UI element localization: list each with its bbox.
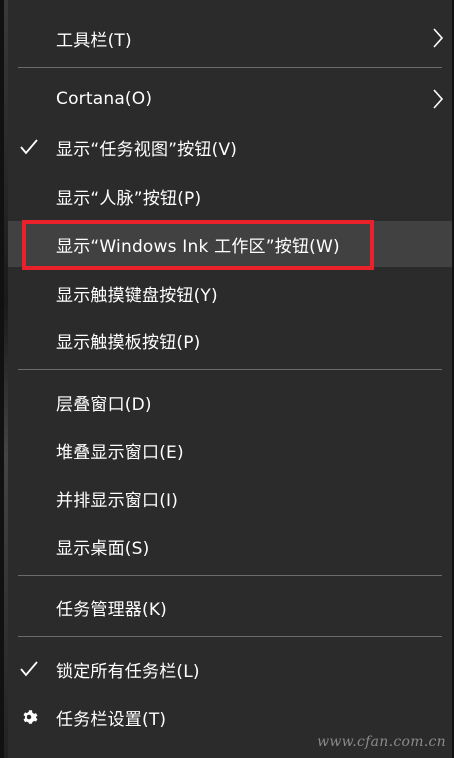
gear-icon bbox=[18, 706, 40, 728]
menu-item-side-by-side-windows[interactable]: 并排显示窗口(I) bbox=[8, 475, 452, 521]
menu-item-toolbars[interactable]: 工具栏(T) bbox=[8, 15, 452, 61]
menu-item-label: 锁定所有任务栏(L) bbox=[56, 661, 200, 682]
menu-item-label: 工具栏(T) bbox=[56, 30, 132, 51]
menu-item-label: Cortana(O) bbox=[56, 89, 153, 109]
menu-item-label: 显示“人脉”按钮(P) bbox=[56, 188, 202, 209]
menu-item-label: 显示触摸板按钮(P) bbox=[56, 332, 201, 353]
menu-item-show-people[interactable]: 显示“人脉”按钮(P) bbox=[8, 173, 452, 219]
checkmark-icon bbox=[18, 658, 40, 680]
menu-item-stack-windows[interactable]: 堆叠显示窗口(E) bbox=[8, 427, 452, 473]
menu-separator bbox=[18, 636, 442, 637]
menu-item-label: 层叠窗口(D) bbox=[56, 394, 152, 415]
menu-item-show-touchpad[interactable]: 显示触摸板按钮(P) bbox=[8, 317, 452, 363]
highlight-annotation-box bbox=[22, 220, 374, 270]
watermark: www.cfan.com.cn bbox=[317, 734, 446, 750]
chevron-right-icon bbox=[430, 88, 446, 110]
checkmark-icon bbox=[18, 136, 40, 158]
taskbar-context-menu: 工具栏(T) Cortana(O) 显示“任务视图”按钮(V) 显示“人脉”按钮… bbox=[0, 0, 454, 758]
menu-item-task-manager[interactable]: 任务管理器(K) bbox=[8, 584, 452, 630]
menu-separator bbox=[18, 369, 442, 370]
menu-separator bbox=[18, 575, 442, 576]
menu-item-show-desktop[interactable]: 显示桌面(S) bbox=[8, 523, 452, 569]
menu-item-cascade-windows[interactable]: 层叠窗口(D) bbox=[8, 379, 452, 425]
menu-separator bbox=[18, 67, 442, 68]
menu-item-label: 任务栏设置(T) bbox=[56, 709, 167, 730]
menu-item-cortana[interactable]: Cortana(O) bbox=[8, 76, 452, 122]
menu-item-label: 任务管理器(K) bbox=[56, 599, 168, 620]
menu-item-label: 显示“任务视图”按钮(V) bbox=[56, 139, 238, 160]
menu-item-show-task-view[interactable]: 显示“任务视图”按钮(V) bbox=[8, 124, 452, 170]
menu-item-label: 显示触摸键盘按钮(Y) bbox=[56, 285, 218, 306]
menu-item-show-touch-keyboard[interactable]: 显示触摸键盘按钮(Y) bbox=[8, 270, 452, 316]
chevron-right-icon bbox=[430, 27, 446, 49]
menu-item-lock-taskbars[interactable]: 锁定所有任务栏(L) bbox=[8, 646, 452, 692]
menu-item-label: 并排显示窗口(I) bbox=[56, 490, 179, 511]
menu-item-label: 堆叠显示窗口(E) bbox=[56, 442, 184, 463]
menu-item-label: 显示桌面(S) bbox=[56, 538, 150, 559]
